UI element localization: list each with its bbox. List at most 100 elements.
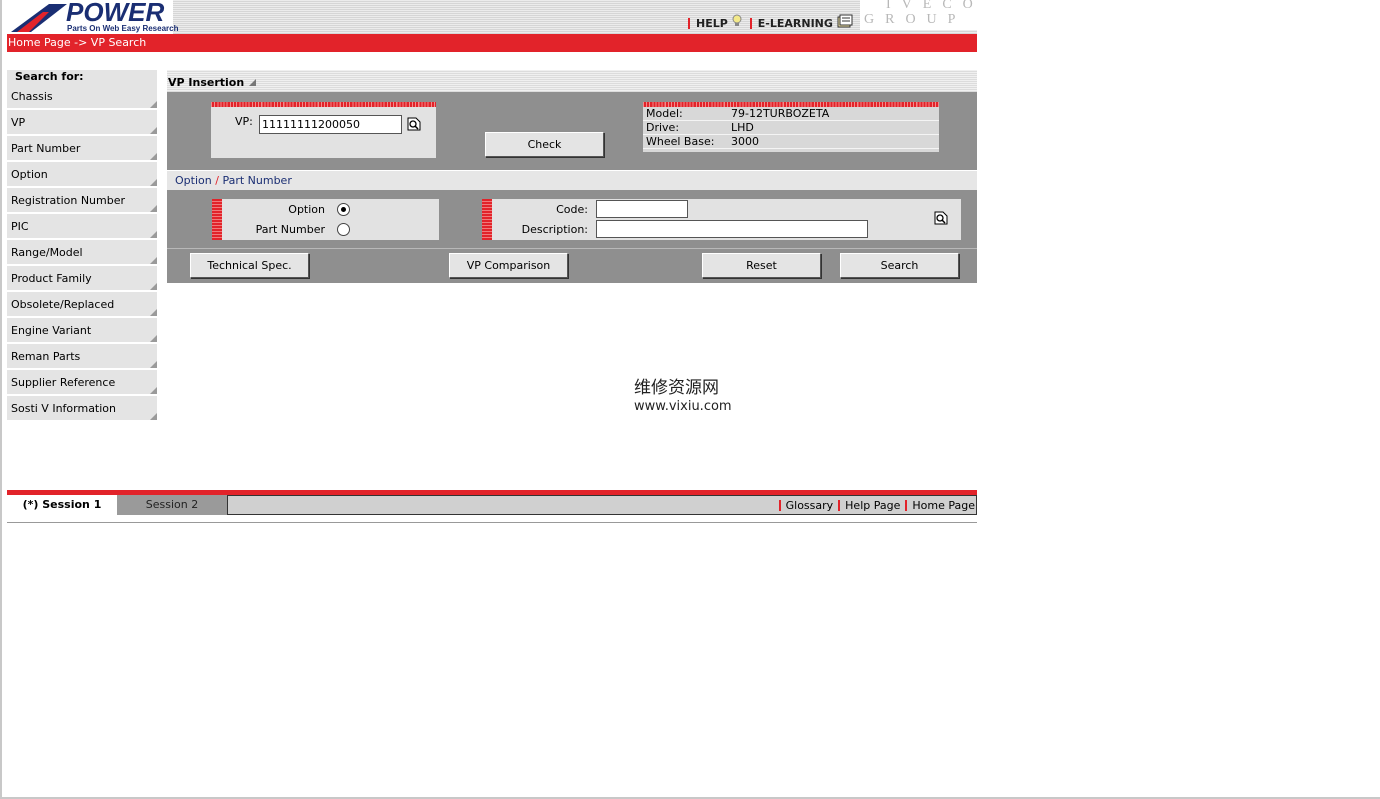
option-title: Option	[175, 174, 212, 187]
sidebar-title: Search for:	[7, 70, 157, 84]
tab-session-2[interactable]: Session 2	[117, 495, 227, 515]
link-separator	[688, 17, 690, 29]
sidebar-item-label: Range/Model	[11, 246, 83, 259]
footer-links: Glossary Help Page Home Page	[227, 495, 977, 515]
corner-icon	[150, 335, 157, 342]
code-label: Code:	[556, 203, 588, 216]
info-row-wheel-base: Wheel Base: 3000	[643, 135, 939, 149]
sidebar-item-obsolete-replaced[interactable]: Obsolete/Replaced	[7, 292, 157, 318]
sidebar-item-label: Chassis	[11, 90, 53, 103]
sidebar-item-range-model[interactable]: Range/Model	[7, 240, 157, 266]
main-panel: VP Insertion VP: Check Model: 79-12TURBO…	[167, 70, 977, 283]
technical-spec-button[interactable]: Technical Spec.	[190, 253, 309, 278]
sidebar-item-label: Obsolete/Replaced	[11, 298, 115, 311]
sidebar-item-label: Reman Parts	[11, 350, 81, 363]
reset-button[interactable]: Reset	[702, 253, 821, 278]
window-left-border	[0, 0, 2, 799]
code-input[interactable]	[596, 200, 688, 218]
description-input[interactable]	[596, 220, 868, 238]
sidebar-item-label: Supplier Reference	[11, 376, 116, 389]
search-button[interactable]: Search	[840, 253, 959, 278]
info-value: 3000	[731, 135, 759, 148]
part-number-title: Part Number	[222, 174, 292, 187]
code-description-box: Code: Description:	[482, 199, 961, 240]
collapse-triangle-icon[interactable]	[249, 79, 257, 86]
watermark-line1: 维修资源网	[634, 378, 719, 398]
corner-icon	[150, 101, 157, 108]
corner-icon	[150, 361, 157, 368]
sidebar-item-label: PIC	[11, 220, 29, 233]
link-separator	[749, 17, 752, 29]
bottom-divider	[7, 522, 977, 523]
sidebar-item-engine-variant[interactable]: Engine Variant	[7, 318, 157, 344]
radio-option[interactable]	[337, 203, 350, 216]
title-separator: /	[215, 174, 219, 187]
watermark-line2: www.vixiu.com	[634, 399, 732, 414]
sidebar-item-chassis[interactable]: Chassis	[7, 84, 157, 110]
vp-insertion-title-text: VP Insertion	[168, 76, 245, 89]
red-stripe	[212, 199, 222, 240]
sidebar-item-registration-number[interactable]: Registration Number	[7, 188, 157, 214]
action-bar: Technical Spec. VP Comparison Reset Sear…	[167, 248, 977, 283]
option-part-number-title: Option / Part Number	[167, 171, 977, 190]
watermark: 维修资源网 www.vixiu.com	[634, 377, 732, 415]
header-bar: POWER Parts On Web Easy Research HELP E-…	[7, 0, 977, 34]
sidebar-item-pic[interactable]: PIC	[7, 214, 157, 240]
corner-icon	[150, 153, 157, 160]
lightbulb-icon[interactable]	[732, 14, 742, 28]
corner-icon	[150, 257, 157, 264]
sidebar-item-label: Registration Number	[11, 194, 126, 207]
corner-icon	[150, 127, 157, 134]
link-separator	[905, 499, 908, 511]
lookup-icon[interactable]	[407, 117, 421, 131]
help-link[interactable]: HELP	[696, 17, 728, 30]
info-value: 79-12TURBOZETA	[731, 107, 830, 120]
sidebar-item-label: Option	[11, 168, 48, 181]
search-sidebar: Search for: Chassis VP Part Number Optio…	[7, 70, 157, 422]
radio-part-number-label: Part Number	[255, 223, 325, 236]
lookup-icon[interactable]	[934, 211, 948, 225]
logo-subtitle: Parts On Web Easy Research	[67, 24, 179, 33]
radio-option-label: Option	[288, 203, 325, 216]
sidebar-item-label: VP	[11, 116, 26, 129]
iveco-group-logo: IVECO GROUP	[860, 0, 977, 30]
top-links: HELP E-LEARNING	[688, 14, 853, 31]
description-label: Description:	[521, 223, 588, 236]
option-search-panel: Option Part Number Code: Description:	[167, 190, 977, 248]
tab-session-1[interactable]: (*) Session 1	[7, 495, 117, 515]
sidebar-item-reman-parts[interactable]: Reman Parts	[7, 344, 157, 370]
session-tabs: (*) Session 1 Session 2 Glossary Help Pa…	[7, 495, 977, 515]
home-page-link[interactable]: Home Page	[912, 499, 975, 512]
info-row-drive: Drive: LHD	[643, 121, 939, 135]
corner-icon	[150, 179, 157, 186]
breadcrumb[interactable]: Home Page -> VP Search	[7, 34, 977, 52]
elearning-icon[interactable]	[837, 14, 853, 28]
sidebar-item-option[interactable]: Option	[7, 162, 157, 188]
vp-comparison-button[interactable]: VP Comparison	[449, 253, 568, 278]
sidebar-item-vp[interactable]: VP	[7, 110, 157, 136]
sidebar-item-part-number[interactable]: Part Number	[7, 136, 157, 162]
brand-row2: GROUP	[864, 12, 967, 27]
sidebar-item-label: Product Family	[11, 272, 92, 285]
vp-input-box: VP:	[211, 102, 436, 158]
vehicle-info-box: Model: 79-12TURBOZETA Drive: LHD Wheel B…	[643, 102, 939, 152]
info-value: LHD	[731, 121, 754, 134]
corner-icon	[150, 283, 157, 290]
sidebar-item-product-family[interactable]: Product Family	[7, 266, 157, 292]
check-button[interactable]: Check	[485, 132, 604, 157]
vp-insertion-title: VP Insertion	[167, 70, 977, 92]
info-key: Model:	[646, 107, 683, 120]
help-page-link[interactable]: Help Page	[845, 499, 900, 512]
vp-input[interactable]	[259, 115, 402, 134]
red-stripe	[482, 199, 492, 240]
elearning-link[interactable]: E-LEARNING	[758, 17, 833, 30]
sidebar-item-supplier-reference[interactable]: Supplier Reference	[7, 370, 157, 396]
link-separator	[838, 499, 841, 511]
power-logo[interactable]: POWER Parts On Web Easy Research	[7, 0, 178, 34]
glossary-link[interactable]: Glossary	[786, 499, 834, 512]
corner-icon	[150, 387, 157, 394]
search-type-box: Option Part Number	[212, 199, 439, 240]
radio-part-number[interactable]	[337, 223, 350, 236]
info-key: Drive:	[646, 121, 680, 134]
sidebar-item-sosti-v-information[interactable]: Sosti V Information	[7, 396, 157, 422]
